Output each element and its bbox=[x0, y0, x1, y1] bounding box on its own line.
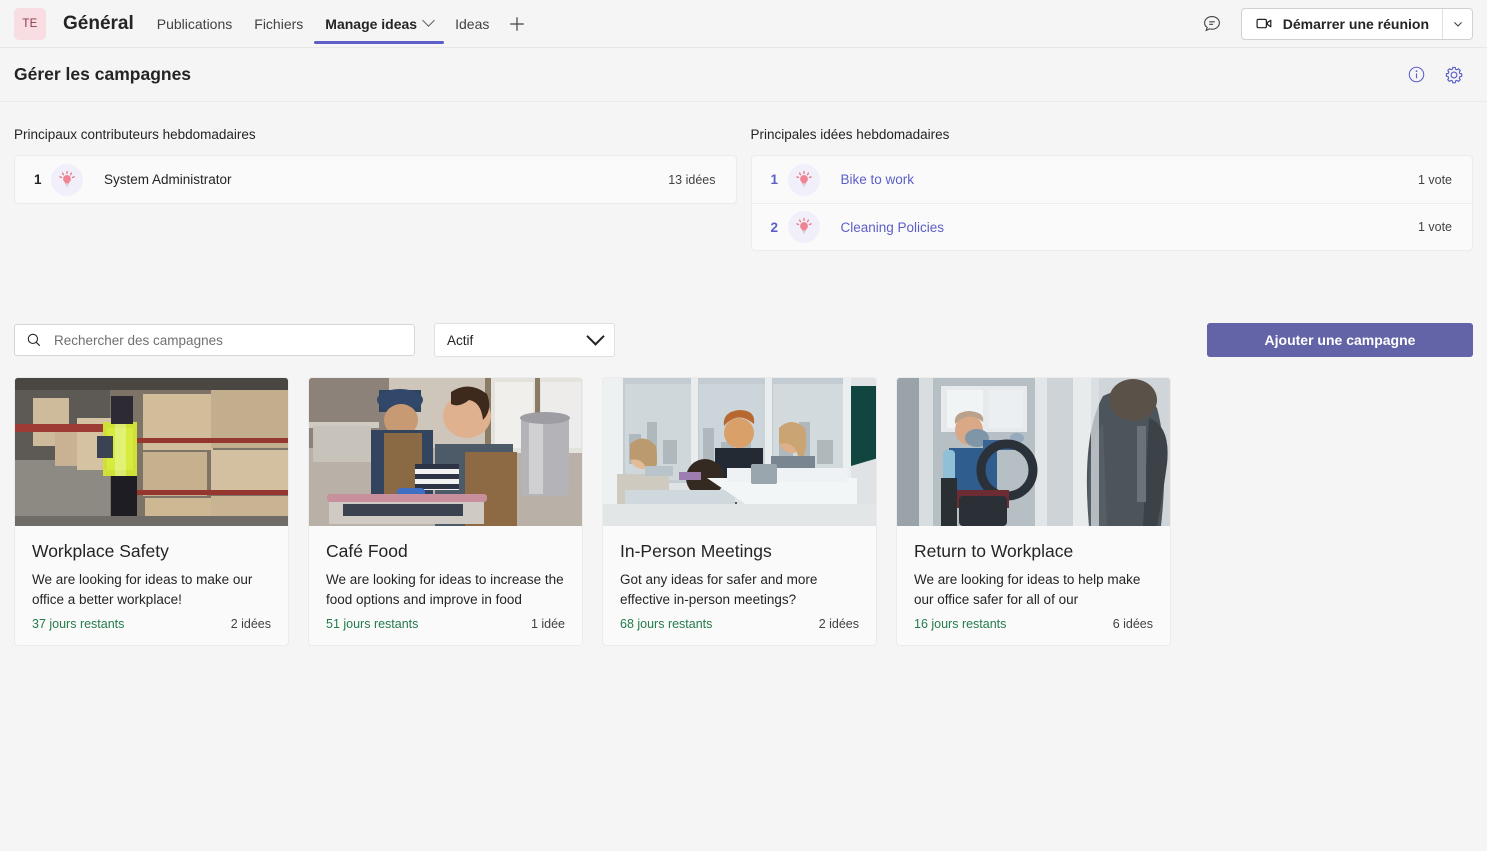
header-actions: Démarrer une réunion bbox=[1197, 7, 1473, 40]
idea-title-link[interactable]: Cleaning Policies bbox=[841, 220, 945, 235]
weekly-stats-row: Principaux contributeurs hebdomadaires 1 bbox=[14, 102, 1473, 251]
campaign-card-body: In-Person Meetings Got any ideas for saf… bbox=[603, 526, 876, 645]
campaign-card-body: Workplace Safety We are looking for idea… bbox=[15, 526, 288, 645]
campaign-card[interactable]: Workplace Safety We are looking for idea… bbox=[14, 377, 289, 647]
tab-label: Manage ideas bbox=[325, 15, 418, 32]
tab-manage-ideas[interactable]: Manage ideas bbox=[314, 0, 444, 48]
tab-label: Publications bbox=[156, 15, 233, 32]
campaign-ideas-count: 2 idées bbox=[230, 617, 271, 632]
tab-label: Fichiers bbox=[254, 15, 304, 32]
video-camera-icon bbox=[1256, 18, 1272, 29]
search-input[interactable] bbox=[52, 331, 403, 349]
tab-ideas[interactable]: Ideas bbox=[444, 0, 500, 48]
manage-campaigns-title: Gérer les campagnes bbox=[14, 64, 192, 84]
campaign-title: Workplace Safety bbox=[32, 541, 169, 561]
tab-strip: Publications Fichiers Manage ideas Ideas bbox=[146, 0, 535, 48]
search-icon bbox=[27, 333, 41, 347]
campaign-ideas-count: 1 idée bbox=[530, 617, 565, 632]
campaign-description: We are looking for ideas to increase the… bbox=[326, 572, 564, 607]
campaign-title: Café Food bbox=[326, 541, 408, 561]
campaign-card-body: Return to Workplace We are looking for i… bbox=[897, 526, 1170, 645]
campaign-title: In-Person Meetings bbox=[620, 541, 772, 561]
idea-title-link[interactable]: Bike to work bbox=[841, 172, 915, 187]
info-circle-icon[interactable] bbox=[1405, 64, 1427, 86]
start-meeting-label: Démarrer une réunion bbox=[1282, 15, 1429, 32]
tab-fichiers[interactable]: Fichiers bbox=[243, 0, 314, 48]
start-meeting-button[interactable]: Démarrer une réunion bbox=[1242, 9, 1442, 39]
search-campaigns-box[interactable] bbox=[14, 324, 415, 356]
warehouse-worker-photo bbox=[15, 378, 288, 526]
campaign-footer: 37 jours restants 2 idées bbox=[32, 617, 271, 631]
rank-number: 2 bbox=[770, 219, 779, 235]
campaign-card[interactable]: Return to Workplace We are looking for i… bbox=[896, 377, 1171, 647]
tab-label: Ideas bbox=[455, 15, 490, 32]
teams-channel-header: TE Général Publications Fichiers Manage … bbox=[0, 0, 1487, 48]
campaign-card[interactable]: In-Person Meetings Got any ideas for saf… bbox=[602, 377, 877, 647]
gear-icon[interactable] bbox=[1443, 64, 1465, 86]
tab-publications[interactable]: Publications bbox=[146, 0, 244, 48]
start-meeting-group: Démarrer une réunion bbox=[1240, 7, 1473, 40]
campaign-footer: 16 jours restants 6 idées bbox=[914, 617, 1153, 631]
campaign-days-remaining: 51 jours restants bbox=[326, 617, 419, 632]
campaign-footer: 68 jours restants 2 idées bbox=[620, 617, 859, 631]
top-contributors-section: Principaux contributeurs hebdomadaires 1 bbox=[14, 127, 737, 251]
page-header-actions bbox=[1405, 64, 1465, 86]
lightbulb-icon bbox=[51, 163, 83, 196]
campaign-description: We are looking for ideas to help make ou… bbox=[914, 572, 1141, 607]
campaign-title: Return to Workplace bbox=[914, 541, 1074, 561]
campaign-days-remaining: 68 jours restants bbox=[620, 617, 713, 632]
top-contributors-panel: 1 System Administrator 13 idées bbox=[14, 155, 737, 204]
rank-number: 1 bbox=[34, 172, 42, 187]
campaign-description: We are looking for ideas to make our off… bbox=[32, 572, 253, 607]
campaign-footer: 51 jours restants 1 idée bbox=[326, 617, 565, 631]
start-meeting-dropdown[interactable] bbox=[1442, 8, 1472, 39]
top-contributors-label: Principaux contributeurs hebdomadaires bbox=[14, 127, 256, 142]
status-filter-select[interactable]: Actif bbox=[434, 323, 615, 357]
campaign-card[interactable]: Café Food We are looking for ideas to in… bbox=[308, 377, 583, 647]
rank-number: 1 bbox=[770, 172, 779, 187]
lightbulb-icon bbox=[787, 163, 820, 196]
plus-icon bbox=[510, 16, 525, 31]
campaign-days-remaining: 16 jours restants bbox=[914, 617, 1007, 632]
chevron-down-icon bbox=[1453, 21, 1462, 27]
list-item[interactable]: 1 Bike to work 1 vote bbox=[752, 156, 1473, 203]
idea-vote-count: 1 vote bbox=[1417, 220, 1452, 234]
campaigns-toolbar: Actif Ajouter une campagne bbox=[14, 251, 1473, 357]
chevron-down-icon bbox=[586, 326, 605, 346]
campaign-days-remaining: 37 jours restants bbox=[32, 617, 125, 632]
page-title: Général bbox=[63, 12, 134, 34]
chevron-down-icon[interactable] bbox=[422, 14, 435, 27]
campaign-ideas-count: 6 idées bbox=[1112, 617, 1153, 632]
contributor-name: System Administrator bbox=[104, 172, 232, 187]
avatar: TE bbox=[14, 7, 46, 40]
top-ideas-section: Principales idées hebdomadaires 1 Bike t… bbox=[750, 127, 1473, 251]
lightbulb-icon bbox=[787, 211, 820, 243]
campaign-description: Got any ideas for safer and more effecti… bbox=[620, 572, 818, 607]
campaign-card-list: Workplace Safety We are looking for idea… bbox=[14, 357, 1473, 647]
list-item[interactable]: 2 Cleaning Policies 1 vote bbox=[751, 203, 1472, 250]
office-meeting-photo bbox=[603, 378, 876, 526]
top-ideas-label: Principales idées hebdomadaires bbox=[750, 127, 950, 142]
campaign-card-body: Café Food We are looking for ideas to in… bbox=[309, 526, 582, 645]
add-campaign-button[interactable]: Ajouter une campagne bbox=[1207, 323, 1473, 357]
status-filter-value: Actif bbox=[447, 332, 474, 348]
campaign-ideas-count: 2 idées bbox=[818, 617, 859, 632]
page-content: Principaux contributeurs hebdomadaires 1 bbox=[0, 102, 1487, 647]
bus-driver-mask-photo bbox=[897, 378, 1170, 526]
app-page-header: Gérer les campagnes bbox=[0, 48, 1487, 102]
cafe-kitchen-workers-photo bbox=[309, 378, 582, 526]
idea-vote-count: 1 vote bbox=[1417, 172, 1452, 187]
list-item[interactable]: 1 System Administrator 13 idées bbox=[15, 156, 736, 203]
top-ideas-panel: 1 Bike to work 1 vote 2 Cleaning Policie… bbox=[750, 155, 1473, 251]
chat-bubble-icon[interactable] bbox=[1197, 9, 1227, 39]
add-tab-button[interactable] bbox=[500, 0, 534, 48]
contributor-ideas-count: 13 idées bbox=[668, 172, 716, 187]
